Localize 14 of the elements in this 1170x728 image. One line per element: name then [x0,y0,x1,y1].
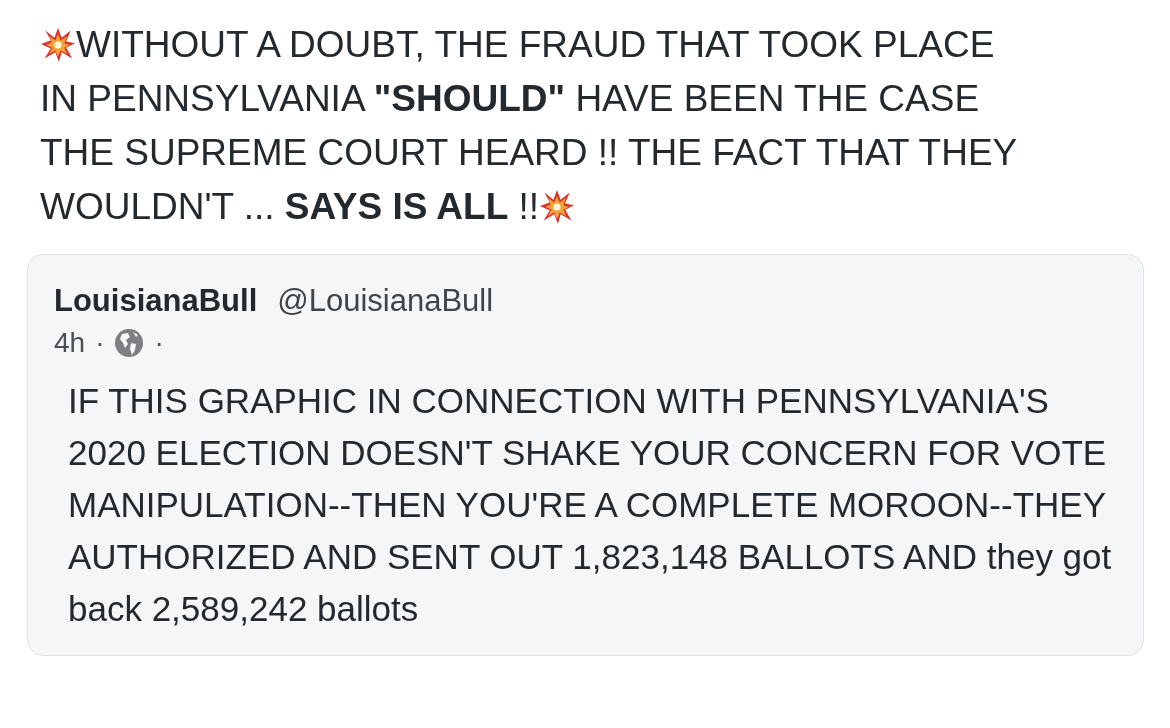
separator-dot: · [95,327,105,359]
explosion-icon [40,27,76,63]
globe-icon [114,328,145,358]
post-time: 4h [54,327,86,359]
quoted-post-card[interactable] [27,254,1144,656]
post-text: IN PENNSYLVANIA "SHOULD" HAVE BEEN THE CASE [40,77,980,121]
separator-dot: · [154,327,164,359]
post-text: WITHOUT A DOUBT, THE FRAUD THAT TOOK PLACE [76,23,995,67]
user-handle: @LouisianaBull [277,283,494,319]
display-name: LouisianaBull [54,283,258,319]
explosion-icon [539,189,576,225]
quoted-post-text: IF THIS GRAPHIC IN CONNECTION WITH PENNSYLVANIA'S 2020 ELECTION DOESN'T SHAKE YOUR CONCERN FOR VOTE MANIPULATION--THEN YOU'RE A COMPLETE MOROON--THEY AUTHORIZED AND SENT OUT 1,823,148 BALLOTS AND they got back 2,589,242 ballots [68,380,1113,630]
post-text: WOULDN'T ... SAYS IS ALL !! [40,185,540,229]
post-text: THE SUPREME COURT HEARD !! THE FACT THAT THEY [40,131,1018,175]
